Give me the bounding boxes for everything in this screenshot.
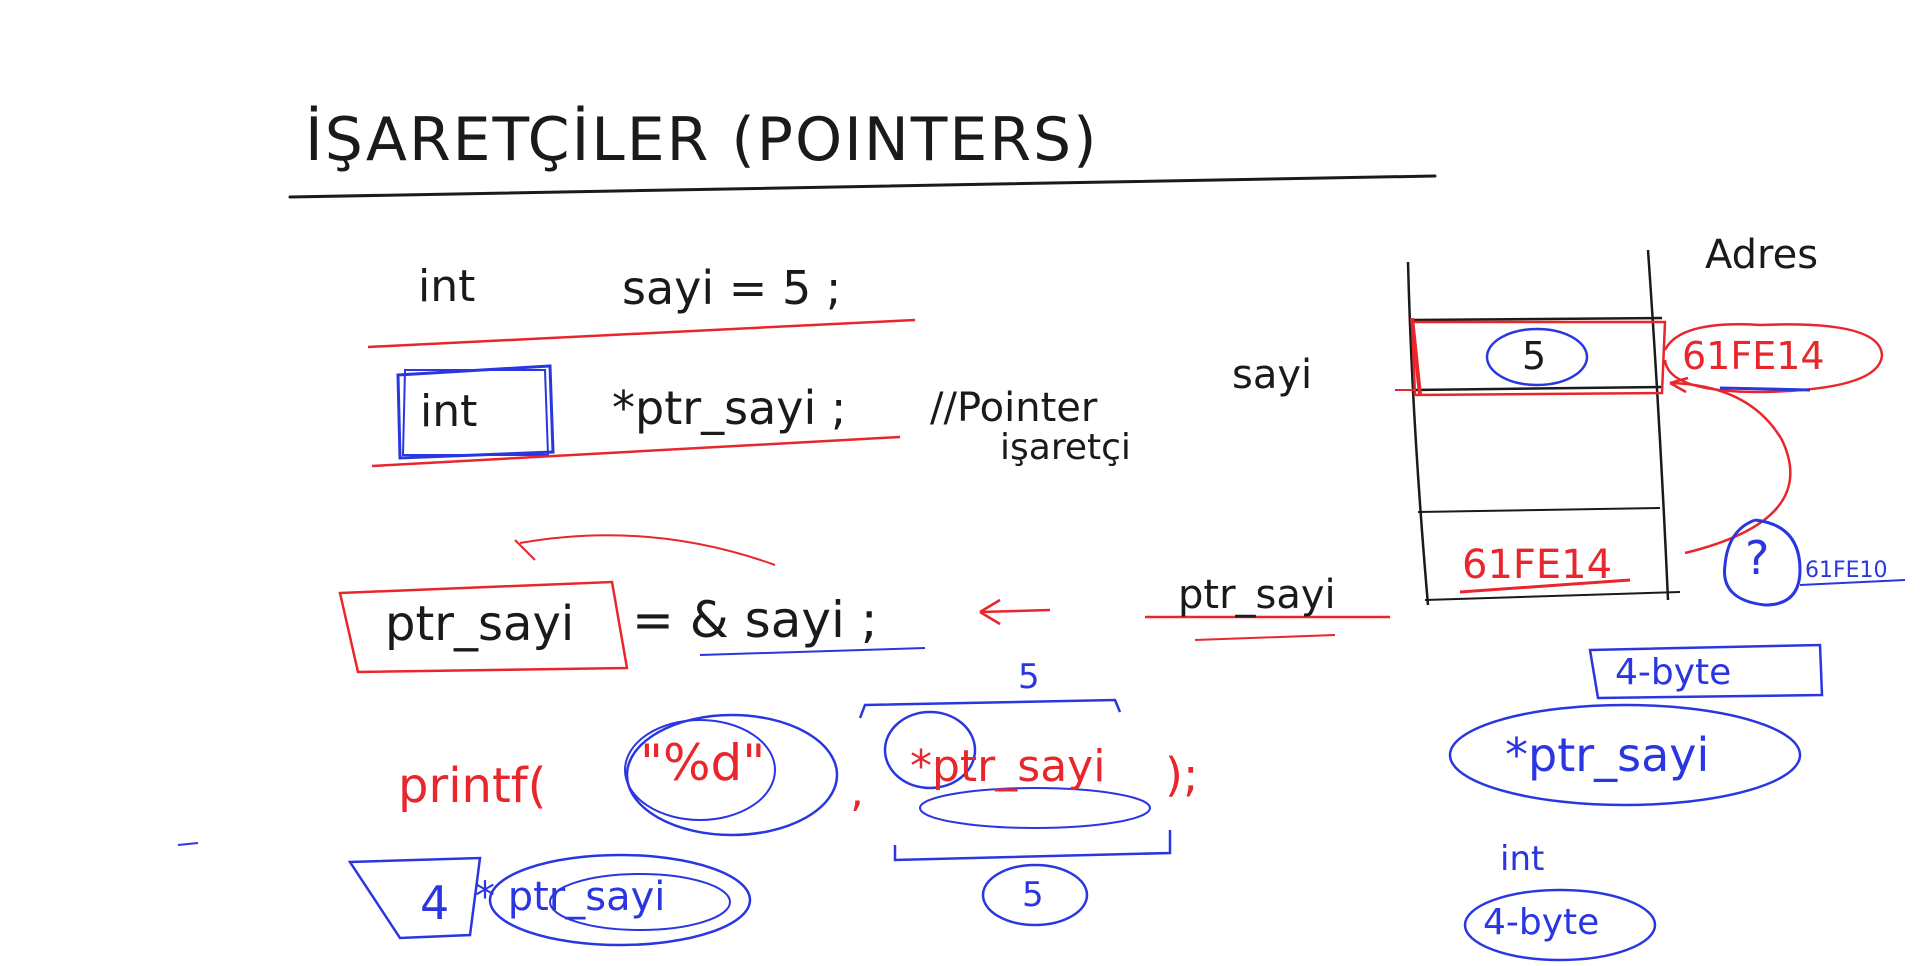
line3-left: ptr_sayi [385,596,575,652]
bottom-left-deref: * ptr_sayi [475,874,666,920]
printf-result-below: 5 [1022,875,1044,915]
line3-right: = & sayi ; [632,591,878,649]
memory-col-right [1646,249,1670,601]
line1-underline [367,318,916,349]
int-label: int [1500,839,1545,879]
line1-declaration: sayi = 5 ; [622,261,842,315]
printf-result-above: 5 [1018,657,1040,697]
memory-row-line-1 [1411,316,1663,322]
line2-type: int [420,386,478,437]
printf-call: printf( [398,758,547,814]
line1-type: int [418,261,476,312]
title-underline [288,174,1437,199]
memory-cell1-address: 61FE14 [1682,334,1825,378]
memory-cell1-label: sayi [1232,352,1313,398]
printf-format: "%d" [640,734,766,792]
printf-deref: *ptr_sayi [910,741,1106,792]
swap-arrow [519,534,776,566]
memory-cell2-unknown: ? [1745,531,1770,585]
memory-row-line-3 [1417,507,1661,513]
assign-arrow [979,608,1051,614]
memory-col-left [1406,261,1430,606]
printf-comma: , [850,766,864,817]
line2-underline [371,435,901,468]
deref-brace-bottom [893,830,1172,862]
ptr-label-underline-2 [1194,634,1336,641]
memory-address-header: Adres [1705,232,1819,278]
printf-end: ); [1165,748,1199,802]
deref-note: *ptr_sayi [1505,728,1710,782]
whiteboard: İŞARETÇİLER (POINTERS) int sayi = 5 ; in… [0,0,1920,966]
line2-comment: //Pointer [930,385,1098,431]
and-sayi-underline [699,647,926,656]
line2-comment-translation: işaretçi [1000,427,1131,468]
line2-declaration: *ptr_sayi ; [612,381,847,435]
bottom-left-box [347,856,482,940]
memory-cell2-label: ptr_sayi [1178,572,1336,618]
pointer-link [1669,381,1792,555]
memory-cell1-value: 5 [1522,334,1547,378]
size-note-2: 4-byte [1483,902,1600,943]
ptr-sayi-underloop [919,787,1151,829]
memory-cell2-value: 61FE14 [1462,542,1613,588]
stray-mark [177,842,199,846]
memory-row-line-2 [1412,385,1664,392]
deref-brace-top [858,698,1122,719]
memory-cell2-address: 61FE10 [1805,558,1888,583]
bottom-left-prefix: 4 [420,876,450,930]
address-blue-underline [1719,386,1811,392]
size-note-1: 4-byte [1615,652,1732,693]
page-title: İŞARETÇİLER (POINTERS) [305,105,1099,175]
